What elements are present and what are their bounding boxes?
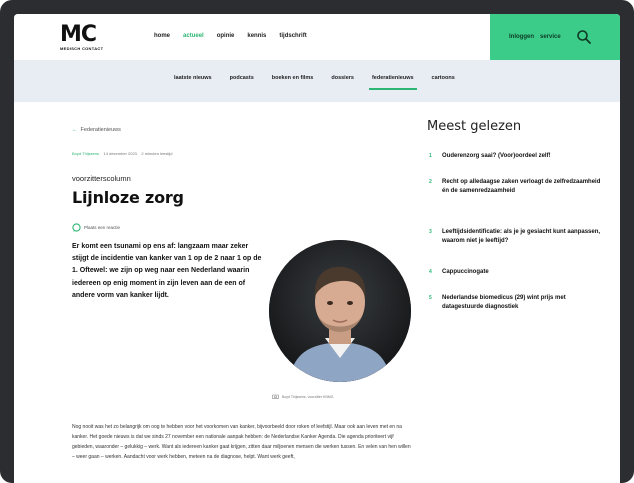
most-read-headline: Recht op alledaagse zaken verloagt de ze…	[442, 179, 601, 194]
sub-nav-items: laatste nieuws podcasts boeken en films …	[174, 75, 473, 90]
byline: Boyd Thijssens 14 december 2023 2 minute…	[72, 151, 173, 156]
most-read-item[interactable]: 2 Recht op alledaagse zaken verloagt de …	[429, 178, 604, 196]
most-read-rank: 2	[429, 179, 432, 185]
subnav-boeken-en-films[interactable]: boeken en films	[272, 75, 314, 81]
subnav-federatienieuws[interactable]: federatienieuws	[368, 75, 417, 90]
author-portrait	[269, 240, 411, 382]
back-link[interactable]: ← Federatienieuws	[72, 127, 121, 133]
publish-date: 14 december 2023	[103, 151, 137, 156]
site-logo[interactable]: MC MEDISCH CONTACT	[60, 22, 120, 53]
reply-link[interactable]: Plaats een reactie	[72, 223, 120, 232]
most-read-item[interactable]: 5 Nederlandse biomedicus (29) wint prijs…	[429, 294, 604, 312]
photo-caption-text: Boyd Thijssens, voorzitter KNMG	[282, 394, 334, 399]
back-link-label: Federatienieuws	[80, 127, 121, 133]
most-read-rank: 4	[429, 269, 432, 275]
most-read-item[interactable]: 1 Ouderenzorg saai? (Voor)oordeel zelf!	[429, 152, 604, 161]
main-nav: home actueel opinie kennis tijdschrift	[154, 33, 320, 39]
article-lead: Er komt een tsunami op ens af: langzaam …	[72, 243, 262, 299]
device-frame: MC MEDISCH CONTACT home actueel opinie k…	[0, 0, 634, 483]
sub-nav: laatste nieuws podcasts boeken en films …	[14, 60, 620, 102]
most-read-rank: 1	[429, 153, 432, 159]
search-icon[interactable]	[576, 29, 592, 45]
most-read-headline: Leeftijdsidentificatie: als je je gesiac…	[442, 229, 601, 244]
most-read-rank: 5	[429, 295, 432, 301]
portrait-illustration	[269, 240, 411, 382]
article-body: Nog nooit was het zo belangrijk om oog t…	[72, 424, 411, 460]
read-time: 2 minuten leestijd	[141, 151, 173, 156]
photo-caption: Boyd Thijssens, voorzitter KNMG	[272, 394, 333, 399]
subnav-podcasts[interactable]: podcasts	[230, 75, 254, 81]
article-title: Lijnloze zorg	[72, 188, 184, 207]
logo-mark: MC	[60, 22, 97, 47]
most-read-rank: 3	[429, 229, 432, 235]
arrow-left-icon: ←	[72, 127, 78, 133]
most-read-headline: Cappuccinogate	[442, 269, 489, 275]
author-link[interactable]: Boyd Thijssens	[72, 151, 99, 156]
reply-link-label: Plaats een reactie	[84, 225, 121, 230]
nav-kennis[interactable]: kennis	[247, 33, 266, 39]
most-read-item[interactable]: 3 Leeftijdsidentificatie: als je je gesi…	[429, 228, 604, 246]
subnav-dossiers[interactable]: dossiers	[331, 75, 354, 81]
nav-home[interactable]: home	[154, 33, 170, 39]
header-account-area: Inloggen service	[490, 14, 620, 60]
nav-actueel[interactable]: actueel	[183, 33, 204, 39]
logo-subtitle: MEDISCH CONTACT	[60, 46, 104, 51]
camera-icon	[272, 394, 279, 399]
service-link[interactable]: service	[540, 34, 561, 40]
subnav-cartoons[interactable]: cartoons	[432, 75, 455, 81]
most-read-headline: Nederlandse biomedicus (29) wint prijs m…	[442, 295, 566, 310]
article-kicker: voorzitterscolumn	[72, 174, 131, 183]
most-read-item[interactable]: 4 Cappuccinogate	[429, 268, 604, 277]
nav-tijdschrift[interactable]: tijdschrift	[279, 33, 306, 39]
browser-screen: MC MEDISCH CONTACT home actueel opinie k…	[14, 14, 620, 483]
subnav-laatste-nieuws[interactable]: laatste nieuws	[174, 75, 212, 81]
nav-opinie[interactable]: opinie	[217, 33, 235, 39]
most-read-title: Meest gelezen	[427, 119, 522, 134]
login-link[interactable]: Inloggen	[509, 34, 534, 40]
site-header: MC MEDISCH CONTACT home actueel opinie k…	[14, 14, 620, 60]
comment-icon	[72, 223, 81, 232]
most-read-headline: Ouderenzorg saai? (Voor)oordeel zelf!	[442, 153, 551, 159]
